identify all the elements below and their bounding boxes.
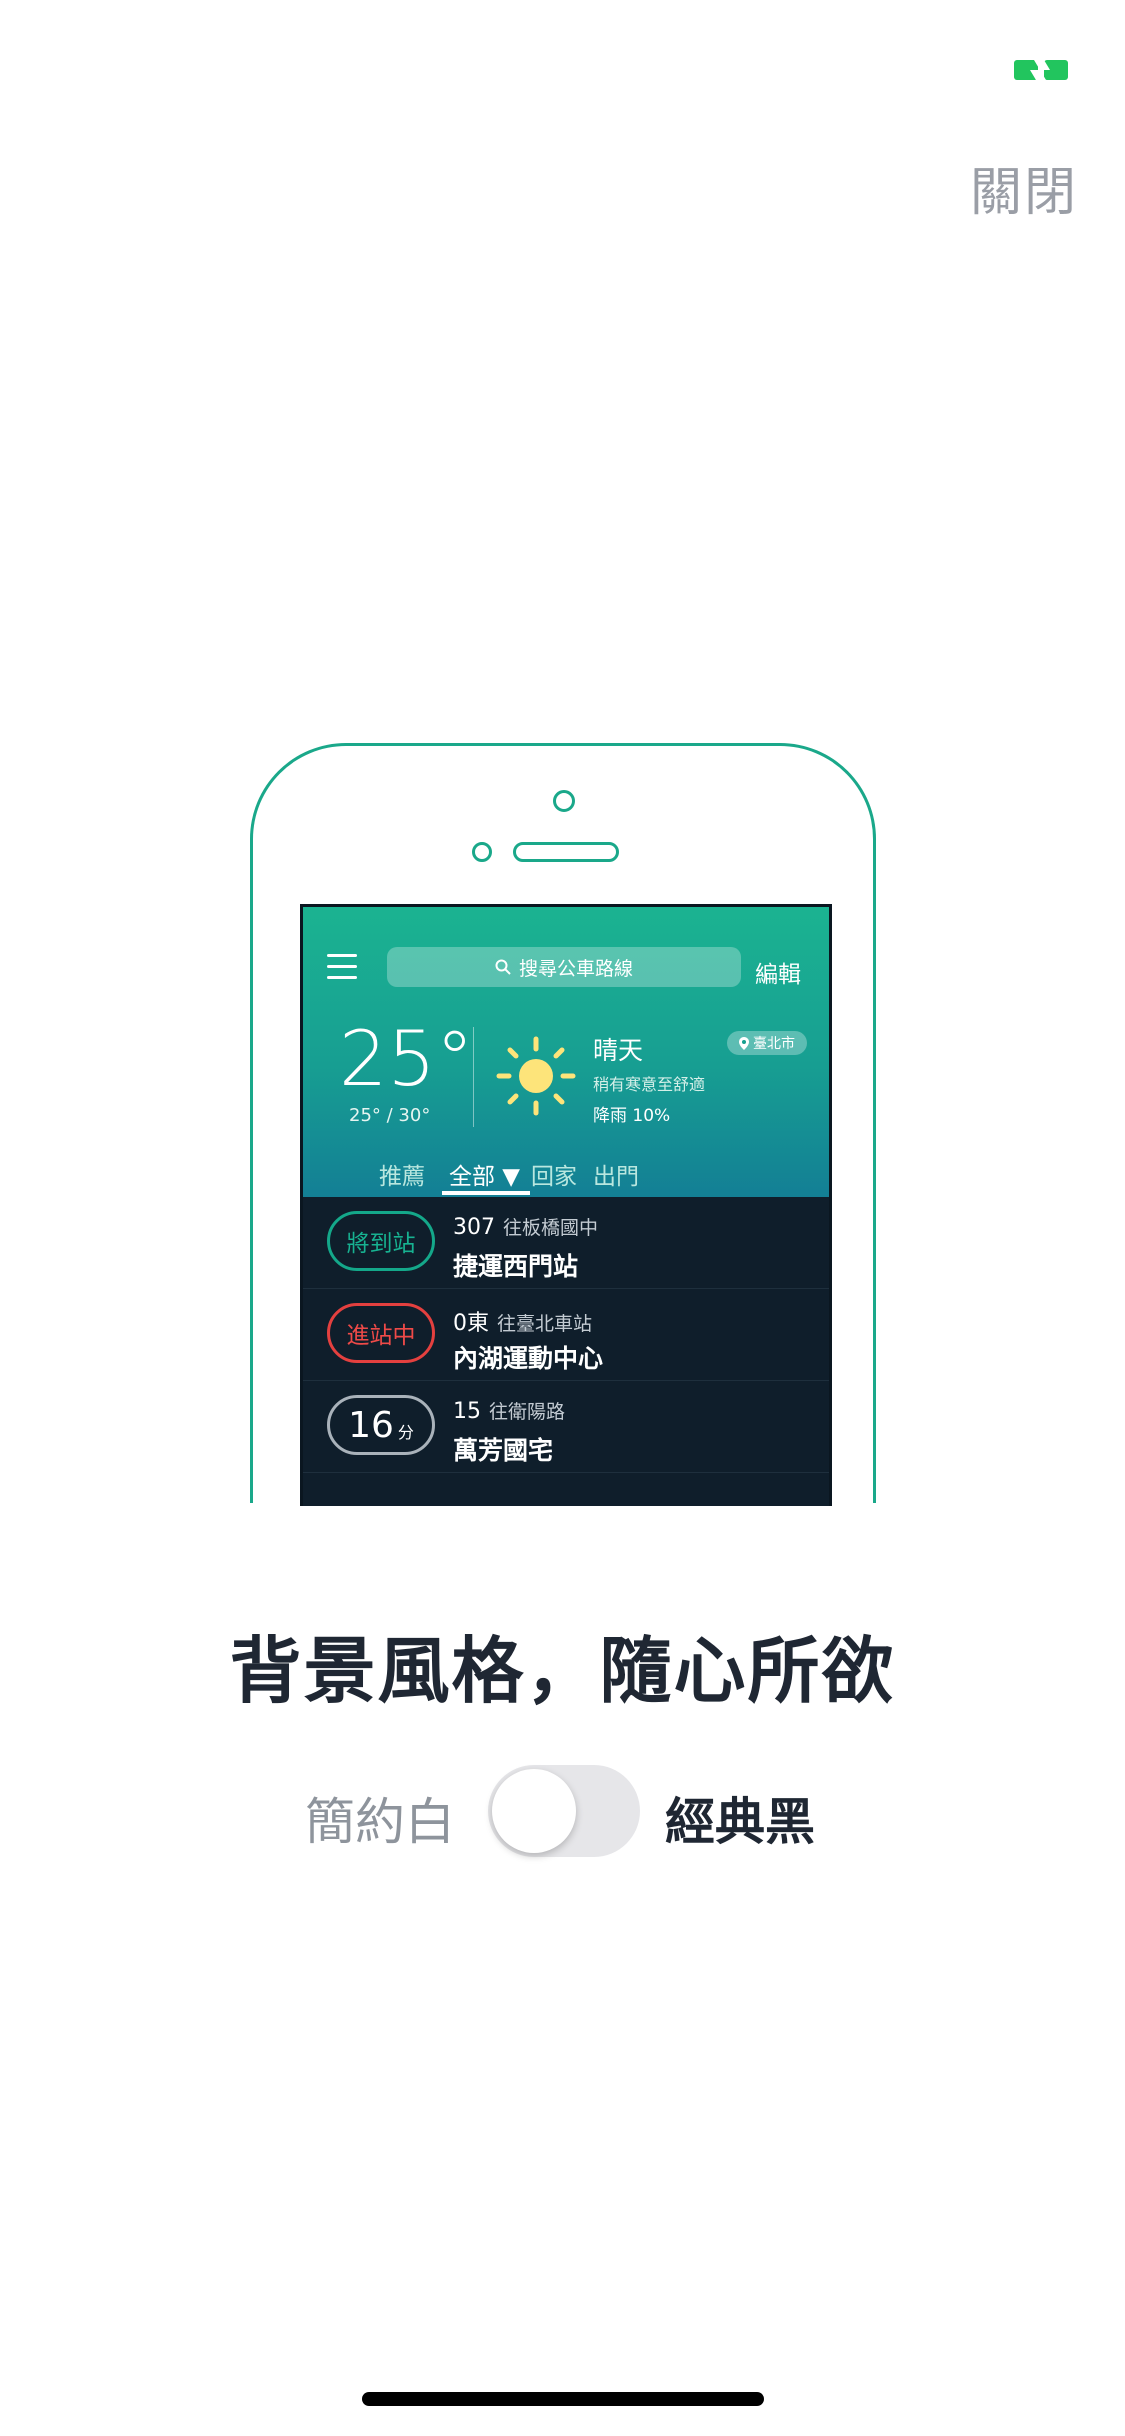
- weather-description: 稍有寒意至舒適: [593, 1075, 706, 1094]
- proximity-sensor: [472, 842, 492, 862]
- route-info: 307 往板橋國中: [453, 1213, 598, 1240]
- stop-name: 內湖運動中心: [453, 1344, 604, 1373]
- list-item: 進站中 0東 往臺北車站 內湖運動中心: [303, 1289, 829, 1381]
- weather-divider: [473, 1027, 474, 1127]
- location-pin-icon: [739, 1036, 749, 1050]
- route-number: 0東: [453, 1311, 489, 1336]
- app-header: 搜尋公車路線 編輯 25° 25° / 30° 晴天 稍有寒意至舒適 降雨 10…: [303, 907, 829, 1197]
- route-number: 307: [453, 1215, 495, 1240]
- edit-link: 編輯: [755, 962, 801, 988]
- tab-all: 全部 ▼: [449, 1164, 520, 1190]
- close-button[interactable]: 關閉: [970, 150, 1078, 225]
- route-info: 0東 往臺北車站: [453, 1305, 592, 1337]
- temperature-range: 25° / 30°: [349, 1105, 431, 1126]
- stop-name: 捷運西門站: [453, 1252, 579, 1281]
- weather-condition: 晴天: [593, 1036, 644, 1065]
- stop-name: 萬芳國宅: [453, 1436, 554, 1465]
- search-icon: [495, 959, 511, 975]
- city-badge: 臺北市: [727, 1031, 807, 1055]
- minutes-value: 16: [348, 1404, 394, 1446]
- arrival-status-badge: 進站中: [327, 1303, 435, 1363]
- page-title: 背景風格，隨心所欲: [229, 1629, 896, 1713]
- current-temperature: 25°: [339, 1014, 474, 1103]
- route-number: 15: [453, 1399, 481, 1424]
- toggle-knob[interactable]: [492, 1769, 576, 1853]
- battery-charging-icon: [1014, 60, 1068, 80]
- category-tabs: 推薦 全部 ▼ 回家 出門: [303, 1147, 829, 1197]
- tab-going-out: 出門: [593, 1164, 639, 1190]
- app-preview-screen: 搜尋公車路線 編輯 25° 25° / 30° 晴天 稍有寒意至舒適 降雨 10…: [300, 904, 832, 1506]
- rain-chance: 降雨 10%: [593, 1106, 671, 1126]
- search-bar: 搜尋公車路線: [387, 947, 741, 987]
- tab-home: 回家: [531, 1164, 577, 1190]
- route-direction: 往衛陽路: [489, 1401, 566, 1423]
- route-info: 15 往衛陽路: [453, 1397, 565, 1424]
- arrival-time-badge: 16 分: [327, 1395, 435, 1455]
- arrival-list: 將到站 307 往板橋國中 捷運西門站 進站中 0東 往臺北車站 內湖運動中心 16…: [303, 1197, 829, 1473]
- arrival-status-badge: 將到站: [327, 1211, 435, 1271]
- theme-toggle-switch[interactable]: [488, 1765, 640, 1857]
- dark-theme-label: 經典黑: [665, 1793, 815, 1851]
- search-placeholder: 搜尋公車路線: [518, 957, 633, 980]
- tab-recommended: 推薦: [379, 1164, 425, 1190]
- light-theme-label: 簡約白: [305, 1793, 455, 1851]
- list-item: 16 分 15 往衛陽路 萬芳國宅: [303, 1381, 829, 1473]
- phone-mockup: 搜尋公車路線 編輯 25° 25° / 30° 晴天 稍有寒意至舒適 降雨 10…: [250, 743, 876, 1506]
- active-tab-indicator: [442, 1191, 530, 1195]
- hamburger-menu-icon: [327, 954, 357, 980]
- route-direction: 往板橋國中: [503, 1217, 599, 1239]
- list-item: 將到站 307 往板橋國中 捷運西門站: [303, 1197, 829, 1289]
- sun-icon: [496, 1036, 576, 1116]
- front-camera: [553, 790, 575, 812]
- city-name: 臺北市: [753, 1036, 795, 1052]
- home-indicator[interactable]: [362, 2392, 764, 2406]
- minutes-unit: 分: [397, 1423, 414, 1442]
- earpiece-speaker: [513, 842, 619, 862]
- route-direction: 往臺北車站: [497, 1313, 593, 1335]
